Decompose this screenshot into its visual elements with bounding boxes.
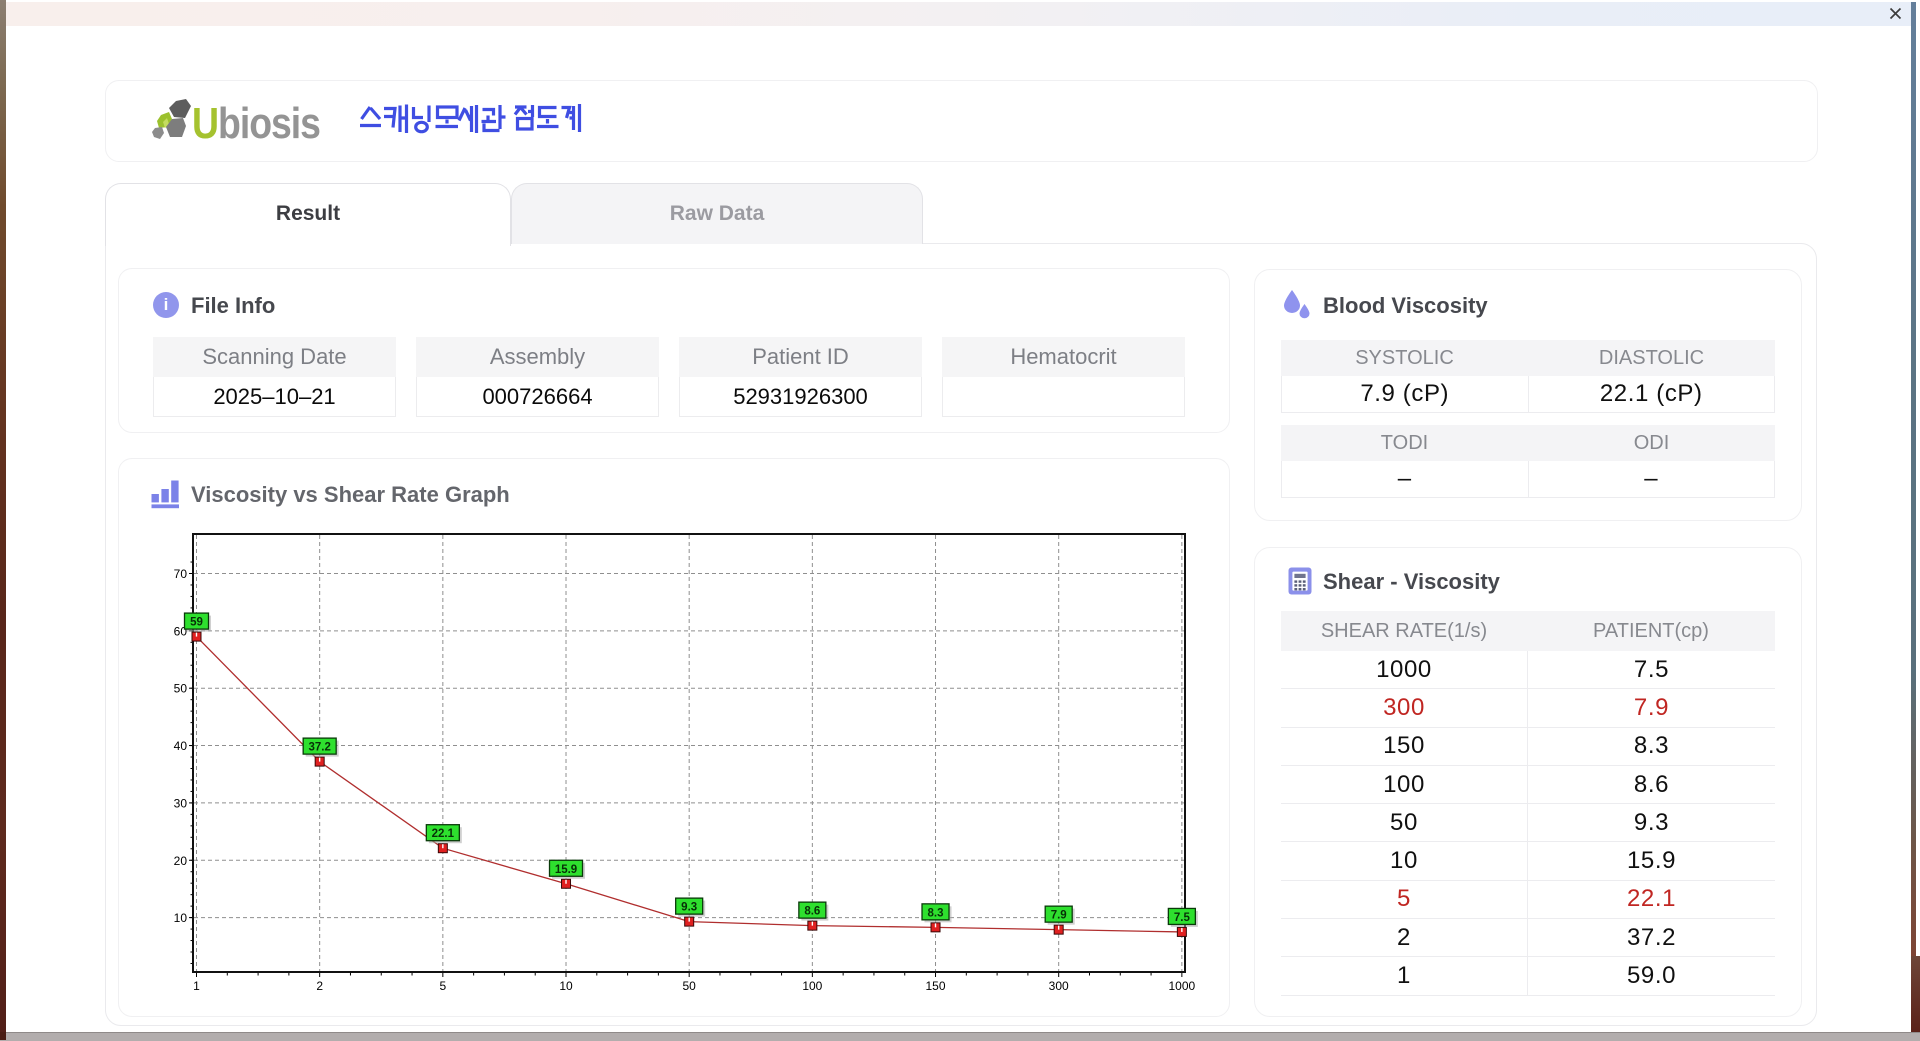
svg-text:300: 300 xyxy=(1049,979,1069,993)
svg-text:15.9: 15.9 xyxy=(555,864,577,876)
svg-text:9.3: 9.3 xyxy=(681,902,697,914)
svg-text:20: 20 xyxy=(174,854,188,868)
svg-text:22.1: 22.1 xyxy=(432,828,455,840)
svg-text:50: 50 xyxy=(683,979,697,993)
svg-text:8.3: 8.3 xyxy=(928,907,944,919)
svg-text:30: 30 xyxy=(174,796,188,810)
svg-text:10: 10 xyxy=(559,979,573,993)
svg-text:70: 70 xyxy=(174,567,188,581)
svg-text:1: 1 xyxy=(193,979,200,993)
svg-text:100: 100 xyxy=(802,979,822,993)
svg-text:10: 10 xyxy=(174,911,188,925)
svg-text:5: 5 xyxy=(439,979,446,993)
svg-text:50: 50 xyxy=(174,682,188,696)
svg-text:150: 150 xyxy=(926,979,946,993)
svg-text:2: 2 xyxy=(316,979,323,993)
svg-text:40: 40 xyxy=(174,739,188,753)
svg-text:7.9: 7.9 xyxy=(1051,910,1067,922)
svg-text:1000: 1000 xyxy=(1169,979,1196,993)
svg-text:37.2: 37.2 xyxy=(308,742,330,754)
svg-text:59: 59 xyxy=(190,617,203,629)
svg-text:7.5: 7.5 xyxy=(1174,912,1191,924)
svg-text:8.6: 8.6 xyxy=(804,906,820,918)
